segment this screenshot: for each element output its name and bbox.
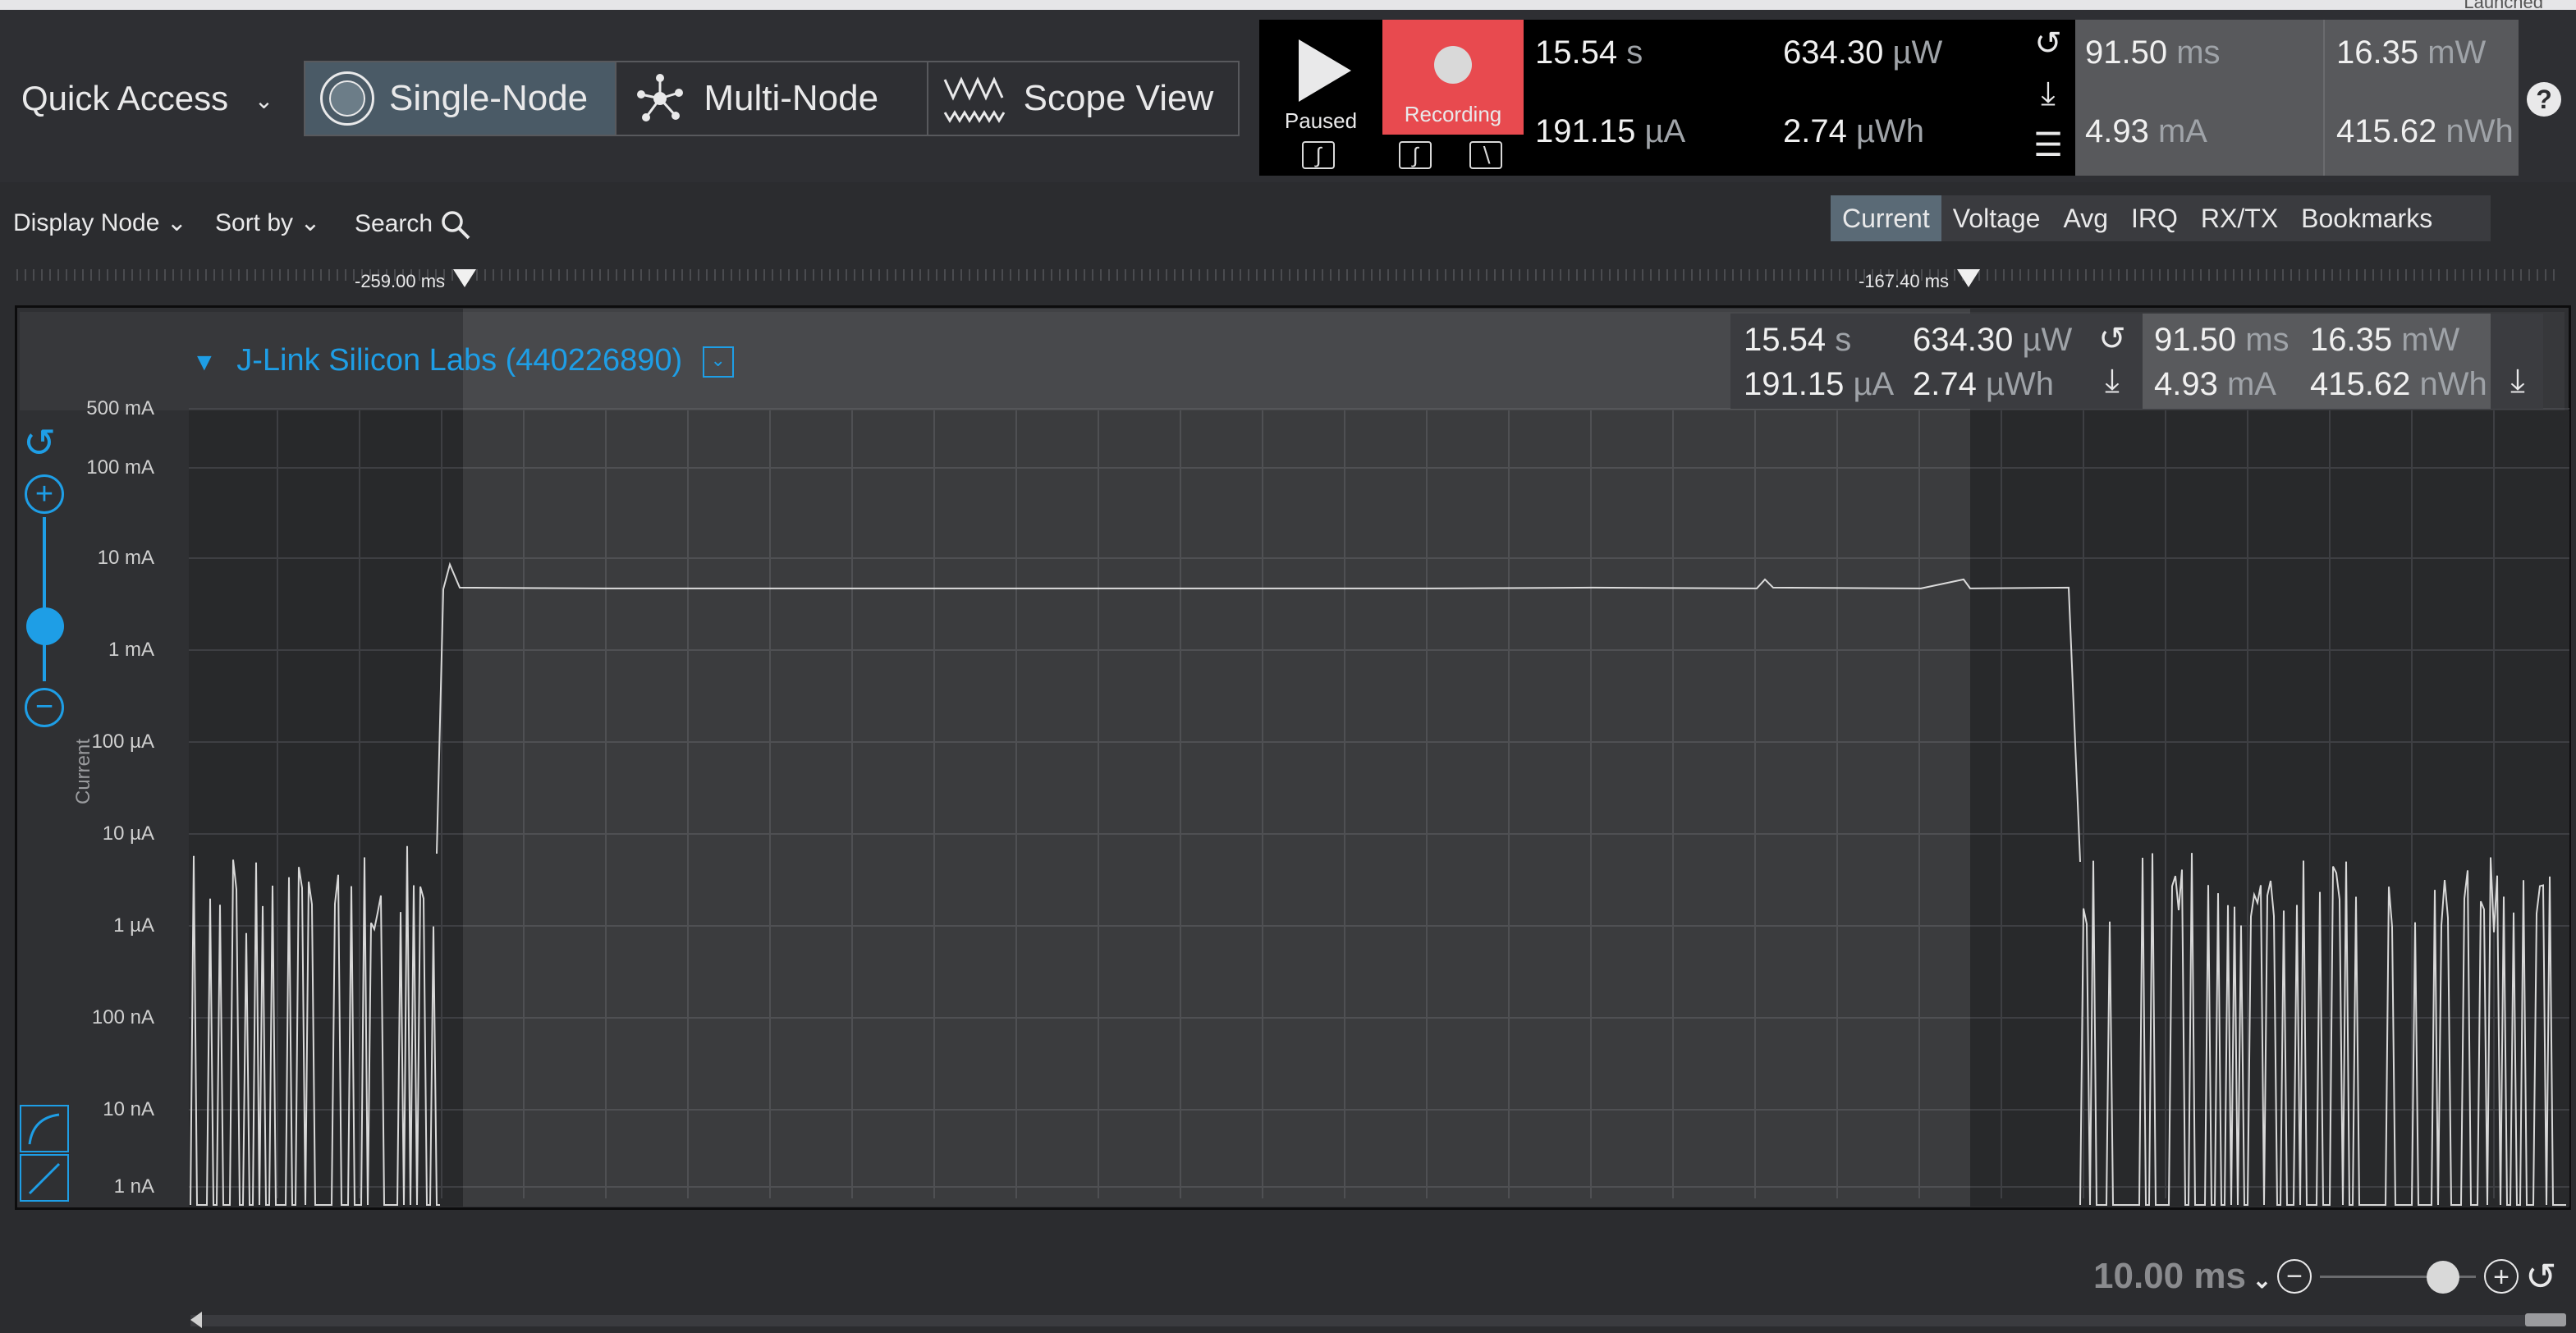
y-tick-label: 10 µA (102, 822, 154, 845)
linear-line-icon (28, 1162, 61, 1195)
sleep-noise-trace (190, 845, 440, 1206)
scroll-thumb[interactable] (2525, 1313, 2566, 1326)
zoom-slider-track[interactable] (43, 517, 46, 681)
log-scale-button[interactable] (20, 1105, 69, 1152)
chevron-down-icon: ⌄ (2245, 1267, 2272, 1293)
node-dropdown-icon[interactable]: ⌄ (702, 346, 734, 378)
reset-zoom-icon[interactable]: ↺ (23, 420, 56, 466)
time-zoom-in-icon[interactable]: + (2484, 1259, 2519, 1294)
zoom-slider-thumb[interactable] (26, 607, 64, 645)
node-name: J-Link Silicon Labs (440226890) (236, 343, 683, 378)
time-window-dropdown[interactable]: 10.00 ms ⌄ (2093, 1256, 2271, 1297)
zoom-in-icon[interactable]: + (25, 474, 64, 514)
time-reset-icon[interactable]: ↺ (2525, 1254, 2557, 1299)
node-time: 15.54 s (1744, 322, 1852, 358)
reset-icon[interactable]: ↺ (2093, 320, 2131, 358)
y-tick-label: 1 µA (113, 914, 154, 937)
time-zoom-thumb[interactable] (2427, 1261, 2459, 1294)
zoom-out-icon[interactable]: − (25, 688, 64, 727)
node-title[interactable]: ▼ J-Link Silicon Labs (440226890) ⌄ (192, 343, 734, 378)
node-range-energy: 415.62 nWh (2310, 366, 2487, 402)
y-axis-title: Current (72, 738, 94, 804)
log-curve-icon (28, 1113, 60, 1145)
time-zoom-out-icon[interactable]: − (2277, 1259, 2312, 1294)
download-icon[interactable]: ⤓ (2093, 363, 2131, 400)
node-range-time: 91.50 ms (2154, 322, 2290, 358)
node-range-current: 4.93 mA (2154, 366, 2276, 402)
y-tick-label: 1 mA (108, 639, 154, 661)
y-tick-label: 100 nA (91, 1006, 154, 1028)
horizontal-scrollbar[interactable] (190, 1315, 2546, 1326)
y-tick-label: 100 µA (91, 731, 154, 753)
y-tick-label: 100 mA (86, 456, 154, 479)
marker-selection-region (463, 309, 1970, 1207)
node-power: 634.30 µW (1913, 322, 2073, 358)
linear-scale-button[interactable] (20, 1154, 69, 1202)
scroll-left-icon[interactable] (190, 1312, 202, 1328)
y-tick-label: 10 mA (97, 547, 154, 569)
node-range-power: 16.35 mW (2310, 322, 2460, 358)
collapse-triangle-icon: ▼ (192, 349, 217, 376)
y-tick-label: 500 mA (86, 397, 154, 419)
node-energy: 2.74 µWh (1913, 366, 2055, 402)
download-icon[interactable]: ⤓ (2499, 363, 2537, 400)
node-current: 191.15 µA (1744, 366, 1895, 402)
